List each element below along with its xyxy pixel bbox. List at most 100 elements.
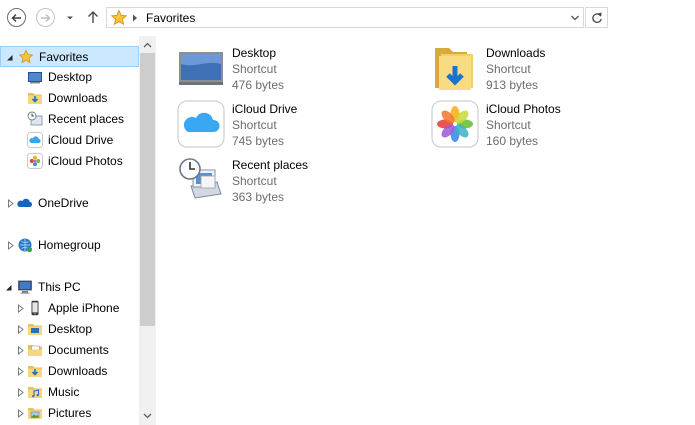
nav-favorites[interactable]: Favorites bbox=[0, 46, 139, 67]
forward-button[interactable] bbox=[36, 8, 55, 27]
collapsed-arrow-icon[interactable] bbox=[7, 199, 15, 208]
music-folder-icon bbox=[28, 387, 42, 398]
nav-pane-scrollbar[interactable] bbox=[139, 36, 156, 425]
icloud-drive-icon bbox=[27, 132, 43, 148]
file-item-downloads[interactable]: Downloads Shortcut 913 bytes bbox=[413, 37, 643, 92]
nav-onedrive-label: OneDrive bbox=[38, 196, 89, 210]
file-item-icloud-photos[interactable]: iCloud Photos Shortcut 160 bytes bbox=[413, 93, 643, 148]
nav-item-label: Recent places bbox=[48, 112, 125, 126]
collapsed-arrow-icon[interactable] bbox=[17, 325, 25, 334]
nav-this-pc-desktop[interactable]: Desktop bbox=[0, 319, 139, 340]
file-item-icloud-drive[interactable]: iCloud Drive Shortcut 745 bytes bbox=[159, 93, 389, 148]
onedrive-cloud-icon bbox=[17, 198, 33, 207]
this-pc-icon bbox=[18, 280, 32, 294]
address-field[interactable]: Favorites bbox=[106, 7, 584, 28]
file-list: Desktop Shortcut 476 bytes Downloads Sho… bbox=[156, 36, 695, 425]
icloud-photos-icon bbox=[431, 100, 479, 148]
nav-item-label: Downloads bbox=[48, 364, 108, 378]
favorites-star-icon bbox=[18, 49, 34, 64]
nav-item-label: Apple iPhone bbox=[48, 301, 120, 315]
icloud-drive-icon bbox=[177, 100, 225, 148]
nav-favorites-recent-places[interactable]: Recent places bbox=[0, 109, 139, 130]
nav-favorites-icloud-photos[interactable]: iCloud Photos bbox=[0, 151, 139, 172]
nav-favorites-desktop[interactable]: Desktop bbox=[0, 67, 139, 88]
breadcrumb-favorites[interactable]: Favorites bbox=[146, 11, 195, 25]
collapsed-arrow-icon[interactable] bbox=[17, 388, 25, 397]
pictures-folder-icon bbox=[28, 408, 42, 419]
downloads-folder-icon bbox=[28, 366, 42, 377]
expanded-arrow-icon[interactable] bbox=[6, 53, 14, 62]
downloads-folder-icon bbox=[28, 93, 42, 104]
recent-locations-dropdown[interactable] bbox=[64, 12, 76, 24]
nav-item-label: Music bbox=[48, 385, 80, 399]
nav-favorites-label: Favorites bbox=[39, 50, 89, 64]
file-size: 363 bytes bbox=[232, 190, 285, 204]
nav-this-pc[interactable]: This PC bbox=[0, 277, 139, 298]
nav-onedrive[interactable]: OneDrive bbox=[0, 193, 139, 214]
downloads-folder-icon bbox=[435, 48, 473, 90]
nav-this-pc-documents[interactable]: Documents bbox=[0, 340, 139, 361]
expanded-arrow-icon[interactable] bbox=[5, 283, 13, 292]
file-item-desktop[interactable]: Desktop Shortcut 476 bytes bbox=[159, 37, 389, 92]
scrollbar-thumb[interactable] bbox=[140, 53, 155, 326]
file-size: 913 bytes bbox=[486, 78, 539, 92]
file-type: Shortcut bbox=[232, 118, 277, 132]
scroll-up-arrow-icon[interactable] bbox=[143, 42, 152, 48]
file-name: iCloud Drive bbox=[232, 102, 298, 116]
arrow-right-icon bbox=[41, 13, 51, 22]
nav-favorites-downloads[interactable]: Downloads bbox=[0, 88, 139, 109]
collapsed-arrow-icon[interactable] bbox=[17, 409, 25, 418]
nav-homegroup-label: Homegroup bbox=[38, 238, 101, 252]
homegroup-icon bbox=[18, 238, 33, 253]
arrow-left-icon bbox=[11, 13, 21, 22]
nav-item-label: Documents bbox=[48, 343, 109, 357]
nav-homegroup[interactable]: Homegroup bbox=[0, 235, 139, 256]
collapsed-arrow-icon[interactable] bbox=[17, 346, 25, 355]
file-type: Shortcut bbox=[232, 174, 277, 188]
phone-icon bbox=[31, 300, 39, 316]
icloud-photos-icon bbox=[27, 153, 43, 169]
file-size: 476 bytes bbox=[232, 78, 285, 92]
nav-this-pc-apple-iphone[interactable]: Apple iPhone bbox=[0, 298, 139, 319]
navigation-pane: Favorites Desktop Downloads Recent place… bbox=[0, 36, 156, 425]
recent-places-icon bbox=[27, 111, 43, 126]
refresh-button[interactable] bbox=[585, 7, 608, 28]
nav-this-pc-downloads[interactable]: Downloads bbox=[0, 361, 139, 382]
nav-item-label: iCloud Drive bbox=[48, 133, 114, 147]
collapsed-arrow-icon[interactable] bbox=[17, 304, 25, 313]
file-name: iCloud Photos bbox=[486, 102, 561, 116]
desktop-icon bbox=[179, 52, 223, 85]
nav-item-label: Desktop bbox=[48, 322, 93, 336]
file-type: Shortcut bbox=[486, 118, 531, 132]
collapsed-arrow-icon[interactable] bbox=[7, 241, 15, 250]
nav-this-pc-label: This PC bbox=[38, 280, 81, 294]
file-name: Desktop bbox=[232, 46, 277, 60]
address-toolbar: Favorites bbox=[0, 0, 695, 36]
recent-places-icon bbox=[179, 158, 222, 199]
collapsed-arrow-icon[interactable] bbox=[17, 367, 25, 376]
back-button[interactable] bbox=[7, 8, 26, 27]
desktop-icon bbox=[28, 72, 42, 84]
favorites-star-icon bbox=[110, 9, 128, 26]
chevron-down-icon[interactable] bbox=[570, 13, 580, 23]
nav-item-label: Downloads bbox=[48, 91, 108, 105]
nav-item-label: Desktop bbox=[48, 70, 93, 84]
nav-item-label: iCloud Photos bbox=[48, 154, 123, 168]
file-item-recent-places[interactable]: Recent places Shortcut 363 bytes bbox=[159, 149, 389, 204]
nav-this-pc-music[interactable]: Music bbox=[0, 382, 139, 403]
file-name: Recent places bbox=[232, 158, 309, 172]
nav-item-label: Pictures bbox=[48, 406, 92, 420]
file-name: Downloads bbox=[486, 46, 546, 60]
file-size: 160 bytes bbox=[486, 134, 539, 148]
scroll-down-arrow-icon[interactable] bbox=[143, 413, 152, 419]
nav-this-pc-pictures[interactable]: Pictures bbox=[0, 403, 139, 424]
up-button[interactable] bbox=[85, 9, 101, 25]
file-type: Shortcut bbox=[486, 62, 531, 76]
file-type: Shortcut bbox=[232, 62, 277, 76]
file-size: 745 bytes bbox=[232, 134, 285, 148]
nav-favorites-icloud-drive[interactable]: iCloud Drive bbox=[0, 130, 139, 151]
refresh-icon bbox=[591, 12, 602, 23]
breadcrumb-separator-icon[interactable] bbox=[132, 14, 138, 22]
documents-folder-icon bbox=[28, 345, 42, 356]
desktop-folder-icon bbox=[28, 324, 42, 335]
